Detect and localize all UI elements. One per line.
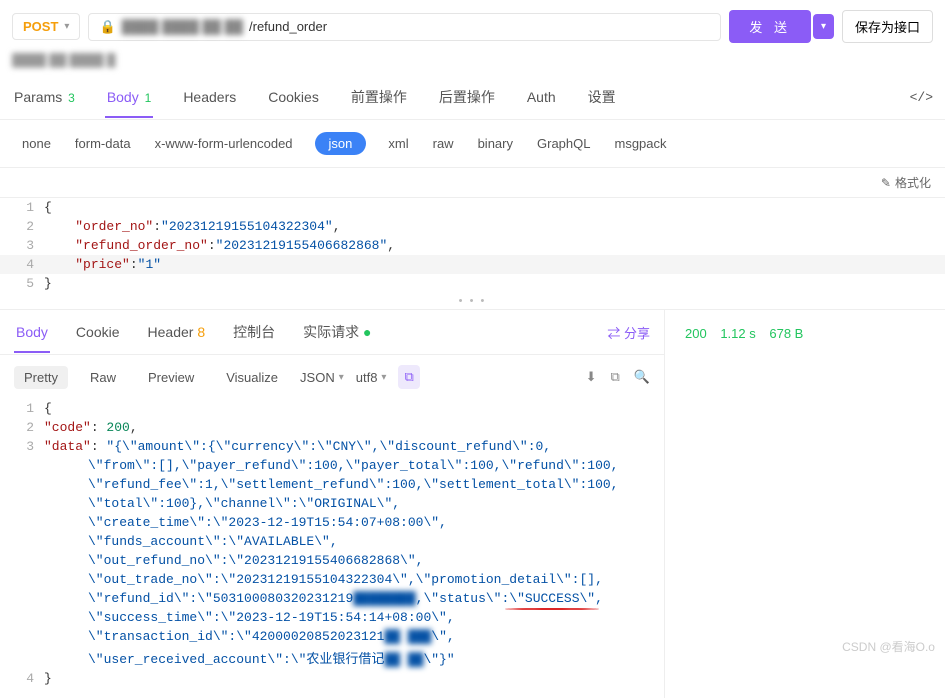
request-editor[interactable]: 1{ 2 "order_no":"20231219155104322304", … — [0, 197, 945, 293]
view-raw[interactable]: Raw — [80, 366, 126, 389]
body-type-none[interactable]: none — [20, 132, 53, 155]
view-pretty[interactable]: Pretty — [14, 366, 68, 389]
wand-icon: ✎ — [881, 176, 891, 190]
response-editor[interactable]: 1{ 2 "code": 200, 3 "data": "{\"amount\"… — [0, 399, 664, 698]
request-tabs: Params 3 Body 1 Headers Cookies 前置操作 后置操… — [0, 75, 945, 120]
lock-icon: 🔒 — [99, 19, 115, 35]
resp-tab-actual[interactable]: 实际请求 ● — [301, 310, 373, 354]
body-type-json[interactable]: json — [315, 132, 367, 155]
body-type-xml[interactable]: xml — [386, 132, 410, 155]
url-path: /refund_order — [249, 19, 327, 34]
method-select[interactable]: POST ▾ — [12, 13, 80, 40]
status-code: 200 — [685, 326, 707, 341]
method-label: POST — [23, 19, 58, 34]
tab-auth[interactable]: Auth — [525, 77, 558, 117]
send-dropdown[interactable]: ▾ — [813, 14, 834, 39]
status-highlight: \"SUCCESS\" — [509, 591, 595, 606]
send-button[interactable]: 发 送 — [729, 10, 811, 43]
format-select[interactable]: JSON ▾ — [300, 370, 344, 385]
save-button[interactable]: 保存为接口 — [842, 10, 933, 43]
search-icon[interactable]: 🔍 — [634, 369, 650, 385]
tab-body[interactable]: Body 1 — [105, 77, 154, 117]
tab-post[interactable]: 后置操作 — [437, 75, 497, 119]
body-type-msgpack[interactable]: msgpack — [612, 132, 668, 155]
download-icon[interactable]: ⬇ — [586, 369, 597, 385]
resp-tab-cookie[interactable]: Cookie — [74, 312, 122, 352]
share-button[interactable]: ⇄ 分享 — [607, 323, 650, 342]
format-button[interactable]: ✎ 格式化 — [881, 174, 931, 191]
tab-settings[interactable]: 设置 — [586, 75, 618, 119]
tab-headers[interactable]: Headers — [181, 77, 238, 117]
resp-tab-body[interactable]: Body — [14, 312, 50, 352]
tab-pre[interactable]: 前置操作 — [349, 75, 409, 119]
wrap-icon[interactable]: ⧉ — [398, 365, 419, 389]
resize-handle[interactable]: • • • — [0, 293, 945, 310]
body-type-raw[interactable]: raw — [431, 132, 456, 155]
watermark: CSDN @看海O.o — [842, 638, 935, 655]
status-time: 1.12 s — [720, 326, 755, 341]
resp-tab-header[interactable]: Header 8 — [146, 312, 208, 352]
view-preview[interactable]: Preview — [138, 366, 204, 389]
encoding-select[interactable]: utf8 ▾ — [356, 370, 387, 385]
copy-icon[interactable]: ⧉ — [611, 369, 620, 385]
info-row: ████ ██ ████ █ — [0, 53, 945, 75]
body-type-xwww[interactable]: x-www-form-urlencoded — [153, 132, 295, 155]
url-hidden: ████ ████ ██ ██ — [122, 19, 243, 34]
code-icon[interactable]: </> — [910, 90, 933, 105]
tab-cookies[interactable]: Cookies — [266, 77, 321, 117]
view-visualize[interactable]: Visualize — [216, 366, 288, 389]
body-type-binary[interactable]: binary — [476, 132, 515, 155]
response-toolbar: Pretty Raw Preview Visualize JSON ▾ utf8… — [0, 355, 664, 399]
tab-params[interactable]: Params 3 — [12, 77, 77, 117]
resp-tab-console[interactable]: 控制台 — [231, 310, 277, 354]
response-tabs: Body Cookie Header 8 控制台 实际请求 ● ⇄ 分享 — [0, 310, 664, 355]
url-input[interactable]: 🔒 ████ ████ ██ ██ /refund_order — [88, 13, 721, 41]
chevron-down-icon: ▾ — [64, 21, 69, 32]
body-type-graphql[interactable]: GraphQL — [535, 132, 592, 155]
body-types: none form-data x-www-form-urlencoded jso… — [0, 120, 945, 167]
body-type-form-data[interactable]: form-data — [73, 132, 133, 155]
status-size: 678 B — [769, 326, 803, 341]
